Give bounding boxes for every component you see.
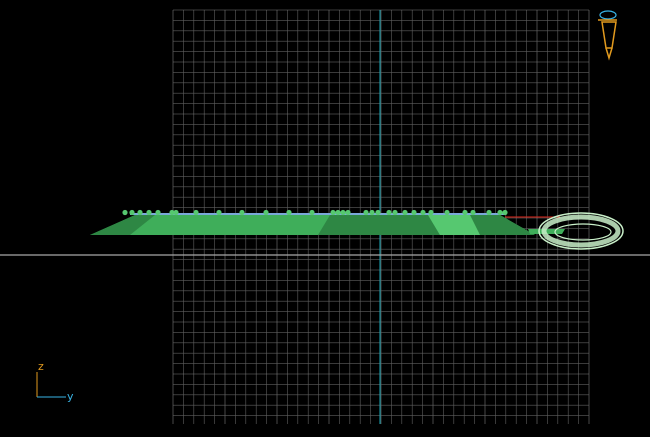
tree <box>363 209 369 216</box>
tree <box>428 209 434 216</box>
tree <box>369 209 375 216</box>
tree <box>444 209 450 216</box>
tree <box>309 209 315 216</box>
tree <box>129 209 135 216</box>
y-axis-label: y <box>67 390 74 403</box>
tree <box>155 209 161 216</box>
viewport-canvas[interactable]: z y <box>0 0 650 433</box>
tree <box>486 209 492 216</box>
tree <box>375 209 381 216</box>
tree <box>420 209 426 216</box>
tree <box>335 209 341 216</box>
z-axis-label: z <box>38 360 44 373</box>
tree <box>497 209 503 216</box>
tree <box>286 209 292 216</box>
tree <box>470 209 476 216</box>
tree <box>193 209 199 216</box>
tree <box>502 209 508 216</box>
tree <box>345 209 351 216</box>
tree <box>263 209 269 216</box>
tree <box>330 209 336 216</box>
tree <box>137 209 143 216</box>
camera-icon[interactable] <box>598 10 617 61</box>
tree <box>216 209 222 216</box>
tree <box>411 209 417 216</box>
terrain-model[interactable] <box>90 209 535 235</box>
tree <box>392 209 398 216</box>
tree <box>402 209 408 216</box>
tree <box>146 209 152 216</box>
axis-gizmo: z y <box>36 360 74 403</box>
tree <box>239 209 245 216</box>
tree <box>340 209 346 216</box>
tree <box>386 209 392 216</box>
tree <box>173 209 179 216</box>
tree <box>462 209 468 216</box>
3d-viewport[interactable]: z y <box>0 0 650 433</box>
tree <box>122 209 128 216</box>
